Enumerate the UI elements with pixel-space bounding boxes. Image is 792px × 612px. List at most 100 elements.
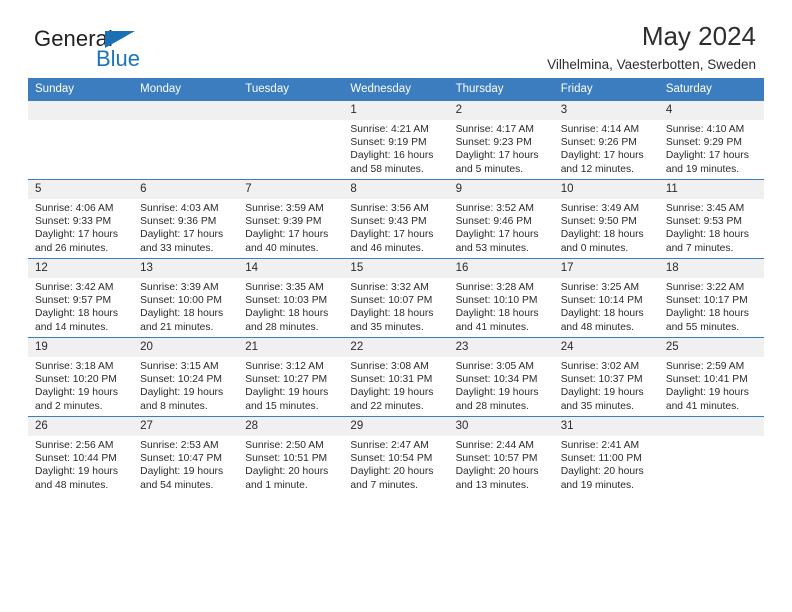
daylight-text: Daylight: 17 hours and 12 minutes. <box>560 150 644 175</box>
daylight-text: Daylight: 17 hours and 46 minutes. <box>350 229 434 254</box>
calendar-day-cell[interactable]: 13 Sunrise: 3:39 AM Sunset: 10:00 PM Daylig… <box>133 258 239 338</box>
daylight-text: Daylight: 19 hours and 15 minutes. <box>245 387 329 412</box>
day-details: Sunrise: 2:56 AM Sunset: 10:44 PM Daylight… <box>28 436 133 492</box>
day-details: Sunrise: 2:50 AM Sunset: 10:51 PM Daylight… <box>238 436 343 492</box>
calendar-day-cell[interactable]: 15 Sunrise: 3:32 AM Sunset: 10:07 PM Daylig… <box>343 258 449 338</box>
calendar-day-cell[interactable]: 8 Sunrise: 3:56 AM Sunset: 9:43 PM Daylight… <box>343 179 449 259</box>
calendar-day-cell[interactable]: 14 Sunrise: 3:35 AM Sunset: 10:03 PM Daylig… <box>238 258 344 338</box>
sunset-text: Sunset: 10:37 PM <box>560 374 643 386</box>
day-number: 20 <box>133 338 239 357</box>
sunrise-text: Sunrise: 3:56 AM <box>350 203 429 214</box>
day-details: Sunrise: 4:06 AM Sunset: 9:33 PM Daylight:… <box>28 199 133 255</box>
day-details: Sunrise: 3:02 AM Sunset: 10:37 PM Daylight… <box>554 357 659 413</box>
calendar-day-cell[interactable]: 9 Sunrise: 3:52 AM Sunset: 9:46 PM Daylight… <box>448 179 554 259</box>
sunrise-text: Sunrise: 3:35 AM <box>245 282 324 293</box>
day-number: 13 <box>133 259 239 278</box>
sunset-text: Sunset: 10:41 PM <box>665 374 748 386</box>
daylight-text: Daylight: 18 hours and 21 minutes. <box>140 308 224 333</box>
calendar-day-cell[interactable]: 24 Sunrise: 3:02 AM Sunset: 10:37 PM Daylig… <box>553 337 659 417</box>
sunset-text: Sunset: 11:00 PM <box>560 453 642 465</box>
sunset-text: Sunset: 9:39 PM <box>245 216 322 228</box>
calendar-day-cell[interactable]: 29 Sunrise: 2:47 AM Sunset: 10:54 PM Daylig… <box>343 416 449 495</box>
calendar-day-cell[interactable]: 26 Sunrise: 2:56 AM Sunset: 10:44 PM Daylig… <box>28 416 134 495</box>
daylight-text: Daylight: 17 hours and 33 minutes. <box>140 229 224 254</box>
sunset-text: Sunset: 10:03 PM <box>245 295 328 307</box>
calendar-day-cell[interactable]: 7 Sunrise: 3:59 AM Sunset: 9:39 PM Daylight… <box>238 179 344 259</box>
calendar-day-cell[interactable]: 16 Sunrise: 3:28 AM Sunset: 10:10 PM Daylig… <box>448 258 554 338</box>
calendar-day-cell[interactable]: 6 Sunrise: 4:03 AM Sunset: 9:36 PM Daylight… <box>133 179 239 259</box>
daylight-text: Daylight: 17 hours and 5 minutes. <box>455 150 539 175</box>
calendar-week-row: 26 Sunrise: 2:56 AM Sunset: 10:44 PM Daylig… <box>28 416 764 495</box>
day-number: 1 <box>343 101 449 120</box>
daylight-text: Daylight: 19 hours and 2 minutes. <box>35 387 118 412</box>
calendar-day-cell[interactable]: 28 Sunrise: 2:50 AM Sunset: 10:51 PM Daylig… <box>238 416 344 495</box>
weekday-header-friday: Friday <box>553 78 659 101</box>
day-details: Sunrise: 3:35 AM Sunset: 10:03 PM Daylight… <box>238 278 343 334</box>
daylight-text: Daylight: 19 hours and 22 minutes. <box>350 387 434 412</box>
page-subtitle: Vilhelmina, Vaesterbotten, Sweden <box>547 56 756 72</box>
general-blue-logo[interactable]: General Blue <box>34 26 214 74</box>
sunset-text: Sunset: 10:51 PM <box>245 453 328 465</box>
calendar-week-row: 1 Sunrise: 4:21 AM Sunset: 9:19 PM Daylight… <box>28 100 764 180</box>
daylight-text: Daylight: 17 hours and 19 minutes. <box>665 150 749 175</box>
day-number: 26 <box>28 417 134 436</box>
sunset-text: Sunset: 10:24 PM <box>140 374 222 386</box>
calendar-day-cell[interactable]: 2 Sunrise: 4:17 AM Sunset: 9:23 PM Daylight… <box>448 100 554 180</box>
sunrise-text: Sunrise: 3:39 AM <box>140 282 219 293</box>
calendar-day-cell[interactable]: 5 Sunrise: 4:06 AM Sunset: 9:33 PM Daylight… <box>28 179 134 259</box>
calendar-day-cell[interactable]: 12 Sunrise: 3:42 AM Sunset: 9:57 PM Dayligh… <box>28 258 134 338</box>
calendar-day-cell[interactable]: 11 Sunrise: 3:45 AM Sunset: 9:53 PM Dayligh… <box>658 179 764 259</box>
daylight-text: Daylight: 18 hours and 14 minutes. <box>35 308 118 333</box>
weekday-header-sunday: Sunday <box>28 78 134 101</box>
sunset-text: Sunset: 9:23 PM <box>455 137 532 149</box>
day-number: 15 <box>343 259 449 278</box>
calendar-day-cell[interactable]: 30 Sunrise: 2:44 AM Sunset: 10:57 PM Daylig… <box>448 416 554 495</box>
daylight-text: Daylight: 19 hours and 48 minutes. <box>35 466 118 491</box>
weekday-header-saturday: Saturday <box>658 78 764 101</box>
calendar-day-cell[interactable]: 31 Sunrise: 2:41 AM Sunset: 11:00 PM Daylig… <box>553 416 659 495</box>
day-number <box>133 101 239 120</box>
daylight-text: Daylight: 18 hours and 28 minutes. <box>245 308 329 333</box>
sunrise-text: Sunrise: 3:49 AM <box>560 203 640 214</box>
day-details: Sunrise: 3:56 AM Sunset: 9:43 PM Daylight:… <box>343 199 448 255</box>
sunset-text: Sunset: 10:44 PM <box>35 453 117 465</box>
calendar-day-cell[interactable]: 3 Sunrise: 4:14 AM Sunset: 9:26 PM Daylight… <box>553 100 659 180</box>
calendar-day-cell-empty <box>28 100 134 180</box>
day-number: 16 <box>448 259 554 278</box>
daylight-text: Daylight: 18 hours and 41 minutes. <box>455 308 539 333</box>
day-details: Sunrise: 3:49 AM Sunset: 9:50 PM Daylight:… <box>554 199 659 255</box>
day-details: Sunrise: 3:12 AM Sunset: 10:27 PM Daylight… <box>238 357 343 413</box>
daylight-text: Daylight: 19 hours and 28 minutes. <box>455 387 539 412</box>
calendar-day-cell[interactable]: 1 Sunrise: 4:21 AM Sunset: 9:19 PM Daylight… <box>343 100 449 180</box>
logo-text-blue: Blue <box>96 46 141 71</box>
sunset-text: Sunset: 10:31 PM <box>350 374 433 386</box>
day-details: Sunrise: 2:47 AM Sunset: 10:54 PM Daylight… <box>343 436 448 492</box>
calendar-day-cell[interactable]: 19 Sunrise: 3:18 AM Sunset: 10:20 PM Daylig… <box>28 337 134 417</box>
sunset-text: Sunset: 10:54 PM <box>350 453 433 465</box>
calendar-day-cell[interactable]: 22 Sunrise: 3:08 AM Sunset: 10:31 PM Daylig… <box>343 337 449 417</box>
calendar-day-cell[interactable]: 10 Sunrise: 3:49 AM Sunset: 9:50 PM Dayligh… <box>553 179 659 259</box>
calendar-day-cell[interactable]: 27 Sunrise: 2:53 AM Sunset: 10:47 PM Daylig… <box>133 416 239 495</box>
calendar-day-cell[interactable]: 21 Sunrise: 3:12 AM Sunset: 10:27 PM Daylig… <box>238 337 344 417</box>
sunset-text: Sunset: 9:19 PM <box>350 137 427 149</box>
sunrise-text: Sunrise: 3:18 AM <box>35 361 114 372</box>
daylight-text: Daylight: 20 hours and 13 minutes. <box>455 466 539 491</box>
calendar-day-cell[interactable]: 25 Sunrise: 2:59 AM Sunset: 10:41 PM Daylig… <box>658 337 764 417</box>
day-number: 31 <box>553 417 659 436</box>
calendar-day-cell[interactable]: 4 Sunrise: 4:10 AM Sunset: 9:29 PM Daylight… <box>658 100 764 180</box>
sunrise-text: Sunrise: 3:28 AM <box>455 282 534 293</box>
day-number: 21 <box>238 338 344 357</box>
calendar-day-cell[interactable]: 18 Sunrise: 3:22 AM Sunset: 10:17 PM Daylig… <box>658 258 764 338</box>
calendar-header-row: Sunday Monday Tuesday Wednesday Thursday… <box>28 78 764 101</box>
sunset-text: Sunset: 10:20 PM <box>35 374 117 386</box>
daylight-text: Daylight: 19 hours and 8 minutes. <box>140 387 224 412</box>
day-number: 14 <box>238 259 344 278</box>
day-number: 12 <box>28 259 134 278</box>
daylight-text: Daylight: 18 hours and 7 minutes. <box>665 229 749 254</box>
calendar-day-cell[interactable]: 17 Sunrise: 3:25 AM Sunset: 10:14 PM Daylig… <box>553 258 659 338</box>
calendar-day-cell[interactable]: 20 Sunrise: 3:15 AM Sunset: 10:24 PM Daylig… <box>133 337 239 417</box>
sunset-text: Sunset: 9:26 PM <box>560 137 637 149</box>
calendar-day-cell[interactable]: 23 Sunrise: 3:05 AM Sunset: 10:34 PM Daylig… <box>448 337 554 417</box>
day-details: Sunrise: 3:18 AM Sunset: 10:20 PM Daylight… <box>28 357 133 413</box>
day-number: 5 <box>28 180 134 199</box>
